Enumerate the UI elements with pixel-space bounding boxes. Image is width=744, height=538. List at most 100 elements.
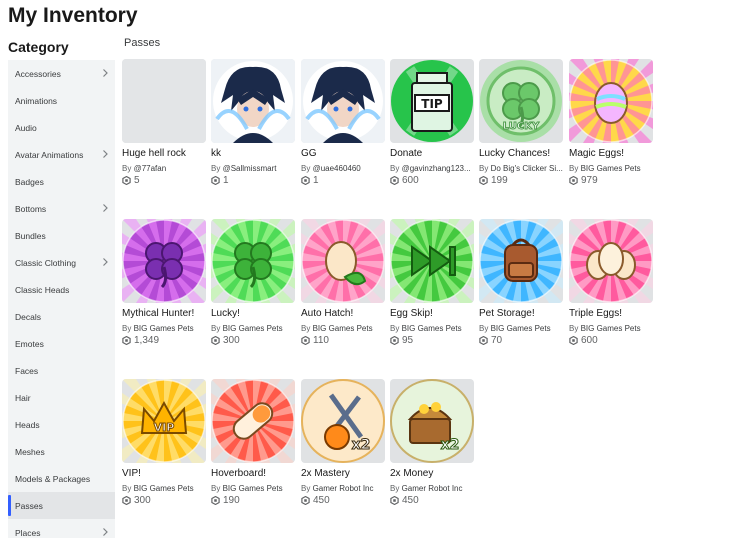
sidebar-item-label: Decals xyxy=(15,311,41,322)
pass-name[interactable]: Donate xyxy=(390,148,474,160)
pass-name[interactable]: Lucky Chances! xyxy=(479,148,563,160)
chevron-right-icon xyxy=(103,69,108,77)
pass-name[interactable]: Auto Hatch! xyxy=(301,308,385,320)
sidebar-item-label: Bottoms xyxy=(15,203,47,214)
pass-name[interactable]: Egg Skip! xyxy=(390,308,474,320)
creator-name[interactable]: BIG Games Pets xyxy=(223,324,283,333)
pass-card[interactable]: x2 2x Money By Gamer Robot Inc 450 xyxy=(390,379,474,506)
pass-card[interactable]: VIP VIP! By BIG Games Pets 300 xyxy=(122,379,206,506)
by-label: By xyxy=(569,324,579,333)
pass-name[interactable]: VIP! xyxy=(122,468,206,480)
pass-creator: By @77afan xyxy=(122,164,206,173)
pass-thumbnail[interactable]: x2 xyxy=(390,379,474,463)
creator-name[interactable]: Do Big's Clicker Si... xyxy=(491,164,563,173)
sidebar-item-decals[interactable]: Decals xyxy=(8,303,115,330)
pass-name[interactable]: kk xyxy=(211,148,295,160)
pass-thumbnail[interactable] xyxy=(569,59,653,143)
creator-name[interactable]: BIG Games Pets xyxy=(402,324,462,333)
pass-card[interactable]: Huge hell rock By @77afan 5 xyxy=(122,59,206,186)
creator-name[interactable]: BIG Games Pets xyxy=(134,324,194,333)
price-value: 300 xyxy=(134,495,151,506)
by-label: By xyxy=(122,324,132,333)
sidebar-item-passes[interactable]: Passes xyxy=(8,492,115,519)
pass-price: 600 xyxy=(390,175,474,186)
sidebar-item-models-packages[interactable]: Models & Packages xyxy=(8,465,115,492)
pass-thumbnail[interactable]: x2 xyxy=(301,379,385,463)
pass-thumbnail[interactable] xyxy=(211,59,295,143)
pass-card[interactable]: Triple Eggs! By BIG Games Pets 600 xyxy=(569,219,653,346)
pass-thumbnail[interactable] xyxy=(122,59,206,143)
sidebar-item-accessories[interactable]: Accessories xyxy=(8,60,115,87)
pass-name[interactable]: Pet Storage! xyxy=(479,308,563,320)
pass-card[interactable]: Pet Storage! By BIG Games Pets 70 xyxy=(479,219,563,346)
pass-card[interactable]: Lucky! By BIG Games Pets 300 xyxy=(211,219,295,346)
pass-price: 979 xyxy=(569,175,653,186)
creator-name[interactable]: @gavinzhang123... xyxy=(402,164,471,173)
sidebar-item-hair[interactable]: Hair xyxy=(8,384,115,411)
sidebar-item-avatar-animations[interactable]: Avatar Animations xyxy=(8,141,115,168)
creator-name[interactable]: BIG Games Pets xyxy=(581,324,641,333)
pass-name[interactable]: 2x Mastery xyxy=(301,468,385,480)
sidebar-item-classic-heads[interactable]: Classic Heads xyxy=(8,276,115,303)
creator-name[interactable]: BIG Games Pets xyxy=(491,324,551,333)
pass-name[interactable]: 2x Money xyxy=(390,468,474,480)
sidebar-item-faces[interactable]: Faces xyxy=(8,357,115,384)
price-value: 600 xyxy=(581,335,598,346)
creator-name[interactable]: Gamer Robot Inc xyxy=(313,484,374,493)
sidebar-item-places[interactable]: Places xyxy=(8,519,115,538)
sidebar-item-badges[interactable]: Badges xyxy=(8,168,115,195)
pass-thumbnail[interactable] xyxy=(569,219,653,303)
svg-text:TIP: TIP xyxy=(421,97,443,111)
pass-thumbnail[interactable] xyxy=(211,379,295,463)
pass-card[interactable]: TIP Donate By @gavinzhang123... 600 xyxy=(390,59,474,186)
svg-text:VIP: VIP xyxy=(154,421,175,434)
creator-name[interactable]: @77afan xyxy=(134,164,167,173)
creator-name[interactable]: @Sallmissmart xyxy=(223,164,277,173)
pass-thumbnail[interactable] xyxy=(301,59,385,143)
pass-card[interactable]: GG By @uae460460 1 xyxy=(301,59,385,186)
sidebar-item-audio[interactable]: Audio xyxy=(8,114,115,141)
creator-name[interactable]: BIG Games Pets xyxy=(581,164,641,173)
pass-name[interactable]: Lucky! xyxy=(211,308,295,320)
pass-creator: By @uae460460 xyxy=(301,164,385,173)
pass-card[interactable]: Mythical Hunter! By BIG Games Pets 1,349 xyxy=(122,219,206,346)
pass-card[interactable]: kk By @Sallmissmart 1 xyxy=(211,59,295,186)
creator-name[interactable]: Gamer Robot Inc xyxy=(402,484,463,493)
sidebar-item-heads[interactable]: Heads xyxy=(8,411,115,438)
pass-name[interactable]: Magic Eggs! xyxy=(569,148,653,160)
creator-name[interactable]: @uae460460 xyxy=(313,164,361,173)
pass-card[interactable]: Hoverboard! By BIG Games Pets 190 xyxy=(211,379,295,506)
creator-name[interactable]: BIG Games Pets xyxy=(313,324,373,333)
pass-name[interactable]: Mythical Hunter! xyxy=(122,308,206,320)
creator-name[interactable]: BIG Games Pets xyxy=(134,484,194,493)
pass-price: 1 xyxy=(211,175,295,186)
sidebar-item-animations[interactable]: Animations xyxy=(8,87,115,114)
pass-thumbnail[interactable] xyxy=(211,219,295,303)
pass-thumbnail[interactable] xyxy=(122,219,206,303)
pass-card[interactable]: x2 2x Mastery By Gamer Robot Inc 450 xyxy=(301,379,385,506)
pass-thumbnail[interactable]: VIP xyxy=(122,379,206,463)
pass-name[interactable]: GG xyxy=(301,148,385,160)
pass-name[interactable]: Huge hell rock xyxy=(122,148,206,160)
sidebar-item-emotes[interactable]: Emotes xyxy=(8,330,115,357)
pass-card[interactable]: Magic Eggs! By BIG Games Pets 979 xyxy=(569,59,653,186)
by-label: By xyxy=(390,484,400,493)
sidebar-item-bottoms[interactable]: Bottoms xyxy=(8,195,115,222)
pass-name[interactable]: Hoverboard! xyxy=(211,468,295,480)
sidebar-item-bundles[interactable]: Bundles xyxy=(8,222,115,249)
creator-name[interactable]: BIG Games Pets xyxy=(223,484,283,493)
blank-thumbnail xyxy=(122,59,206,143)
sidebar-item-classic-clothing[interactable]: Classic Clothing xyxy=(8,249,115,276)
pass-thumbnail[interactable]: TIP xyxy=(390,59,474,143)
pass-thumbnail[interactable] xyxy=(390,219,474,303)
pass-name[interactable]: Triple Eggs! xyxy=(569,308,653,320)
pass-card[interactable]: LUCKY Lucky Chances! By Do Big's Clicker S… xyxy=(479,59,563,186)
pass-card[interactable]: Egg Skip! By BIG Games Pets 95 xyxy=(390,219,474,346)
pass-thumbnail[interactable] xyxy=(479,219,563,303)
pass-price: 1,349 xyxy=(122,335,206,346)
pass-thumbnail[interactable] xyxy=(301,219,385,303)
pass-price: 110 xyxy=(301,335,385,346)
pass-card[interactable]: Auto Hatch! By BIG Games Pets 110 xyxy=(301,219,385,346)
pass-thumbnail[interactable]: LUCKY xyxy=(479,59,563,143)
sidebar-item-meshes[interactable]: Meshes xyxy=(8,438,115,465)
